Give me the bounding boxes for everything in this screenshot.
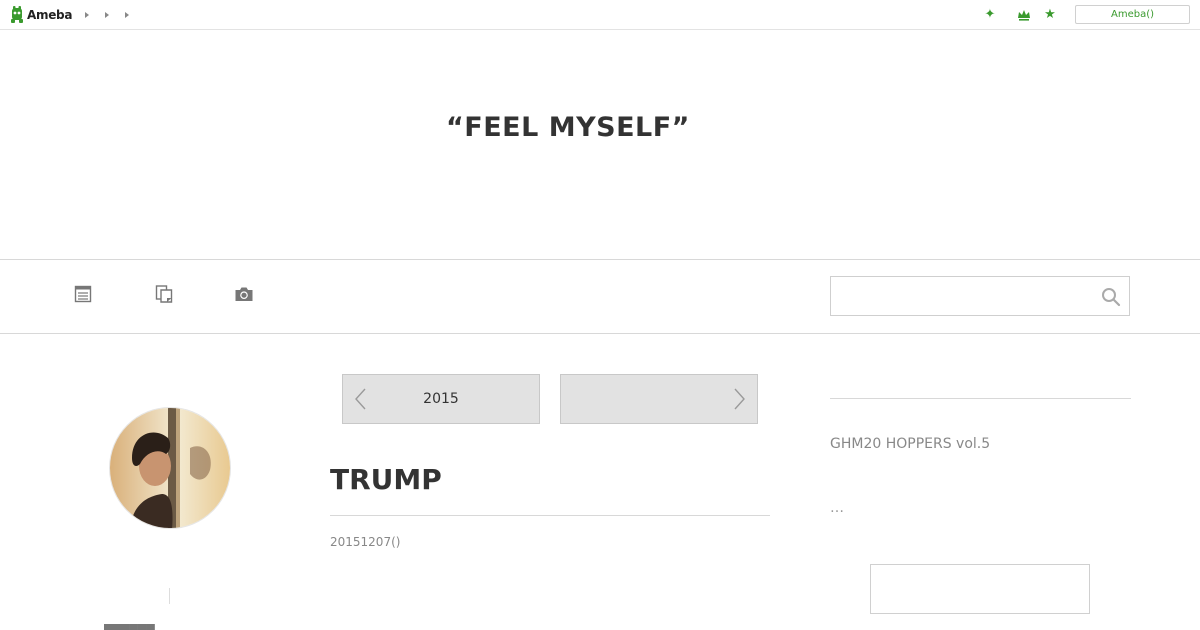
theme-list-icon[interactable] bbox=[154, 284, 174, 304]
global-header: Ameba ✦ ★ Ameba() bbox=[0, 0, 1200, 30]
sidebar-entry-link[interactable]: GHM20 HOPPERS vol.5 bbox=[830, 436, 990, 452]
blog-header: “FEEL MYSELF” bbox=[0, 30, 1200, 260]
ameba-mascot-icon bbox=[11, 6, 23, 23]
header-icon-group: ✦ ★ bbox=[982, 7, 1062, 23]
profile-photo bbox=[110, 408, 230, 528]
sidebar-more-ellipsis: … bbox=[830, 500, 844, 516]
next-entry-label bbox=[561, 375, 757, 423]
star-icon[interactable]: ★ bbox=[1042, 7, 1058, 23]
entry-date: 20151207() bbox=[330, 535, 401, 549]
prev-entry-button[interactable]: 2015 bbox=[342, 374, 540, 424]
chevron-right-icon bbox=[734, 388, 745, 410]
sparkle-icon[interactable]: ✦ bbox=[982, 7, 998, 23]
entry-list-icon[interactable] bbox=[73, 284, 93, 304]
sidebar-button[interactable] bbox=[870, 564, 1090, 614]
entry-title[interactable]: TRUMP bbox=[330, 463, 442, 496]
search-input[interactable] bbox=[830, 276, 1130, 316]
entry-divider bbox=[330, 515, 770, 516]
search-icon[interactable] bbox=[1101, 287, 1121, 307]
ameba-account-button[interactable]: Ameba() bbox=[1075, 5, 1190, 24]
blog-nav bbox=[0, 260, 1200, 334]
crown-icon[interactable] bbox=[1016, 7, 1032, 23]
breadcrumb-link-1[interactable] bbox=[84, 10, 90, 20]
prev-entry-label: 2015 bbox=[423, 391, 459, 407]
breadcrumb-link-2[interactable] bbox=[104, 10, 110, 20]
avatar[interactable] bbox=[109, 407, 231, 529]
blog-title[interactable]: “FEEL MYSELF” bbox=[0, 112, 1136, 143]
sidebar-divider bbox=[830, 398, 1131, 399]
photo-icon[interactable] bbox=[234, 284, 254, 304]
next-entry-button[interactable] bbox=[560, 374, 758, 424]
ameba-logo[interactable]: Ameba bbox=[10, 5, 72, 25]
logo-text: Ameba bbox=[27, 8, 73, 22]
breadcrumb-link-3[interactable] bbox=[124, 10, 130, 20]
profile-name-clipped: ██████ bbox=[104, 624, 168, 630]
profile-divider bbox=[169, 588, 170, 604]
breadcrumb bbox=[84, 10, 130, 20]
